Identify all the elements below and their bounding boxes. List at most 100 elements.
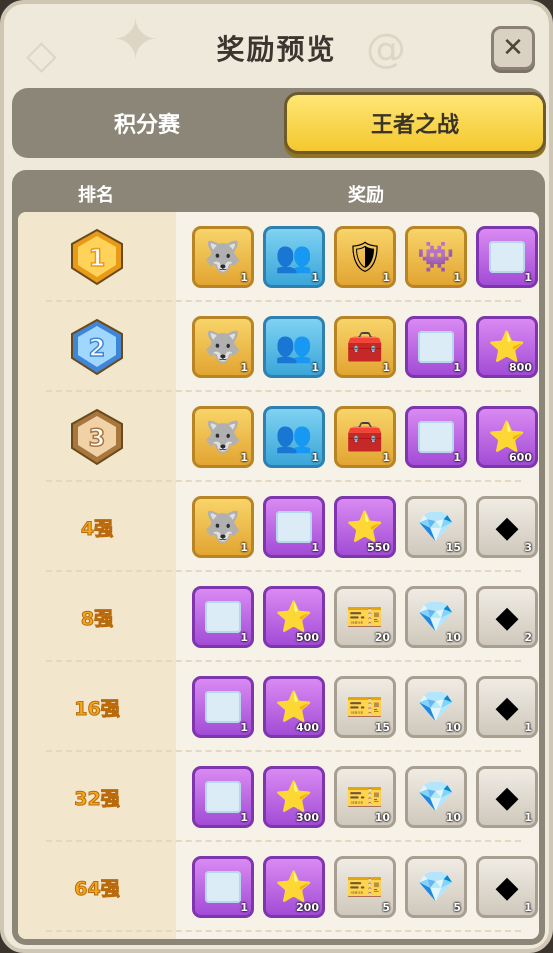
rank-number: 3 bbox=[89, 424, 106, 452]
reward-item[interactable]: ◆ 1 bbox=[476, 856, 538, 918]
reward-item[interactable]: 1 bbox=[405, 406, 467, 468]
reward-item[interactable]: 💎 15 bbox=[405, 496, 467, 558]
item-quantity: 1 bbox=[240, 721, 248, 734]
item-quantity: 1 bbox=[240, 901, 248, 914]
item-quantity: 1 bbox=[524, 901, 532, 914]
item-quantity: 10 bbox=[445, 811, 461, 824]
tab-points-race[interactable]: 积分赛 bbox=[16, 92, 278, 154]
reward-item[interactable]: 1 bbox=[192, 676, 254, 738]
table-row: 32强 1 ⭐ 300 🎫 10 💎 10 ◆ 1 bbox=[18, 752, 539, 842]
item-quantity: 1 bbox=[240, 271, 248, 284]
reward-item[interactable]: ⭐ 300 bbox=[263, 766, 325, 828]
reward-item[interactable]: 🎫 20 bbox=[334, 586, 396, 648]
table-row: 8强 1 ⭐ 500 🎫 20 💎 10 ◆ 2 bbox=[18, 572, 539, 662]
item-quantity: 1 bbox=[311, 451, 319, 464]
reward-item[interactable]: 🧰 1 bbox=[334, 316, 396, 378]
rank-cell: 32强 bbox=[18, 752, 176, 842]
reward-item[interactable]: 🎫 5 bbox=[334, 856, 396, 918]
reward-item[interactable]: 1 bbox=[192, 766, 254, 828]
item-quantity: 2 bbox=[524, 631, 532, 644]
reward-item[interactable]: 🐺 1 bbox=[192, 406, 254, 468]
item-quantity: 1 bbox=[240, 631, 248, 644]
reward-item[interactable]: ⭐ 400 bbox=[263, 676, 325, 738]
reward-item[interactable]: ◆ 3 bbox=[476, 496, 538, 558]
item-quantity: 1 bbox=[382, 361, 390, 374]
reward-item[interactable]: ⭐ 600 bbox=[476, 406, 538, 468]
rank-cell: 2 bbox=[18, 302, 176, 392]
item-quantity: 1 bbox=[524, 721, 532, 734]
reward-item[interactable]: 1 bbox=[476, 226, 538, 288]
item-quantity: 1 bbox=[453, 361, 461, 374]
item-quantity: 500 bbox=[296, 631, 319, 644]
item-quantity: 5 bbox=[453, 901, 461, 914]
table-body: 1 🐺 1 👥 1 🛡 1 👾 1 1 2 🐺 1 👥 1 🧰 1 1 ⭐ 800 3 🐺 1 👥 1 🧰 1 1 ⭐ 600 4强 🐺 1 1 ⭐… bbox=[18, 212, 539, 939]
header-rank: 排名 bbox=[78, 185, 114, 206]
reward-item[interactable]: 💎 5 bbox=[405, 856, 467, 918]
table-row: 2 🐺 1 👥 1 🧰 1 1 ⭐ 800 bbox=[18, 302, 539, 392]
item-quantity: 10 bbox=[445, 721, 461, 734]
reward-item[interactable]: ⭐ 550 bbox=[334, 496, 396, 558]
item-quantity: 3 bbox=[524, 541, 532, 554]
reward-items: 1 ⭐ 300 🎫 10 💎 10 ◆ 1 bbox=[192, 766, 538, 828]
item-quantity: 1 bbox=[382, 271, 390, 284]
reward-item[interactable]: 💎 10 bbox=[405, 676, 467, 738]
tab-kings-battle[interactable]: 王者之战 bbox=[284, 92, 546, 154]
reward-item[interactable]: ◆ 1 bbox=[476, 676, 538, 738]
rank-label: 32强 bbox=[74, 787, 120, 810]
reward-item[interactable]: 👥 1 bbox=[263, 226, 325, 288]
item-quantity: 1 bbox=[240, 811, 248, 824]
reward-item[interactable]: ⭐ 500 bbox=[263, 586, 325, 648]
item-quantity: 1 bbox=[240, 361, 248, 374]
rank-cell: 16强 bbox=[18, 662, 176, 752]
item-quantity: 15 bbox=[445, 541, 461, 554]
item-quantity: 600 bbox=[509, 451, 532, 464]
item-quantity: 1 bbox=[311, 271, 319, 284]
reward-item[interactable]: 1 bbox=[192, 586, 254, 648]
rank-cell: 4强 bbox=[18, 482, 176, 572]
reward-item[interactable]: ⭐ 800 bbox=[476, 316, 538, 378]
item-quantity: 550 bbox=[367, 541, 390, 554]
bronze-medal-icon: 3 bbox=[64, 408, 130, 466]
reward-item[interactable]: ⭐ 200 bbox=[263, 856, 325, 918]
rank-number: 2 bbox=[89, 334, 106, 362]
silver-medal-icon: 2 bbox=[64, 318, 130, 376]
reward-item[interactable]: 🧰 1 bbox=[334, 406, 396, 468]
item-quantity: 10 bbox=[374, 811, 390, 824]
reward-item[interactable]: 🐺 1 bbox=[192, 496, 254, 558]
item-quantity: 400 bbox=[296, 721, 319, 734]
reward-items: 🐺 1 👥 1 🧰 1 1 ⭐ 800 bbox=[192, 316, 538, 378]
reward-item[interactable]: 1 bbox=[405, 316, 467, 378]
tab-bar: 积分赛 王者之战 bbox=[12, 88, 546, 158]
reward-items: 🐺 1 👥 1 🛡 1 👾 1 1 bbox=[192, 226, 538, 288]
reward-items: 1 ⭐ 400 🎫 15 💎 10 ◆ 1 bbox=[192, 676, 538, 738]
reward-item[interactable]: 🎫 15 bbox=[334, 676, 396, 738]
gold-medal-icon: 1 bbox=[64, 228, 130, 286]
item-quantity: 1 bbox=[453, 271, 461, 284]
reward-table: 排名 奖励 1 🐺 1 👥 1 🛡 1 👾 1 1 2 🐺 1 👥 1 🧰 1 1 ⭐ 800 3 🐺 1 👥 1 🧰 1 1 ⭐ 600… bbox=[12, 170, 545, 945]
table-row: 1 🐺 1 👥 1 🛡 1 👾 1 1 bbox=[18, 212, 539, 302]
table-row: 64强 1 ⭐ 200 🎫 5 💎 5 ◆ 1 bbox=[18, 842, 539, 932]
reward-items: 1 ⭐ 200 🎫 5 💎 5 ◆ 1 bbox=[192, 856, 538, 918]
reward-item[interactable]: 💎 10 bbox=[405, 586, 467, 648]
reward-item[interactable]: 🛡 1 bbox=[334, 226, 396, 288]
reward-item[interactable]: 1 bbox=[263, 496, 325, 558]
rank-label: 16强 bbox=[74, 697, 120, 720]
reward-item[interactable]: 👥 1 bbox=[263, 316, 325, 378]
reward-preview-panel: ◇ ✦ @ 奖励预览 ✕ 积分赛 王者之战 排名 奖励 1 🐺 1 👥 1 🛡 1 👾 1 1 2 🐺… bbox=[0, 0, 553, 953]
item-quantity: 1 bbox=[311, 541, 319, 554]
close-button[interactable]: ✕ bbox=[491, 26, 535, 70]
item-quantity: 800 bbox=[509, 361, 532, 374]
reward-item[interactable]: ◆ 2 bbox=[476, 586, 538, 648]
item-quantity: 200 bbox=[296, 901, 319, 914]
reward-item[interactable]: 🐺 1 bbox=[192, 226, 254, 288]
reward-item[interactable]: 💎 10 bbox=[405, 766, 467, 828]
reward-items: 🐺 1 👥 1 🧰 1 1 ⭐ 600 bbox=[192, 406, 538, 468]
reward-item[interactable]: 🎫 10 bbox=[334, 766, 396, 828]
reward-item[interactable]: ◆ 1 bbox=[476, 766, 538, 828]
reward-item[interactable]: 🐺 1 bbox=[192, 316, 254, 378]
reward-item[interactable]: 👾 1 bbox=[405, 226, 467, 288]
rank-label: 8强 bbox=[80, 607, 114, 630]
reward-item[interactable]: 1 bbox=[192, 856, 254, 918]
reward-items: 🐺 1 1 ⭐ 550 💎 15 ◆ 3 bbox=[192, 496, 538, 558]
reward-item[interactable]: 👥 1 bbox=[263, 406, 325, 468]
